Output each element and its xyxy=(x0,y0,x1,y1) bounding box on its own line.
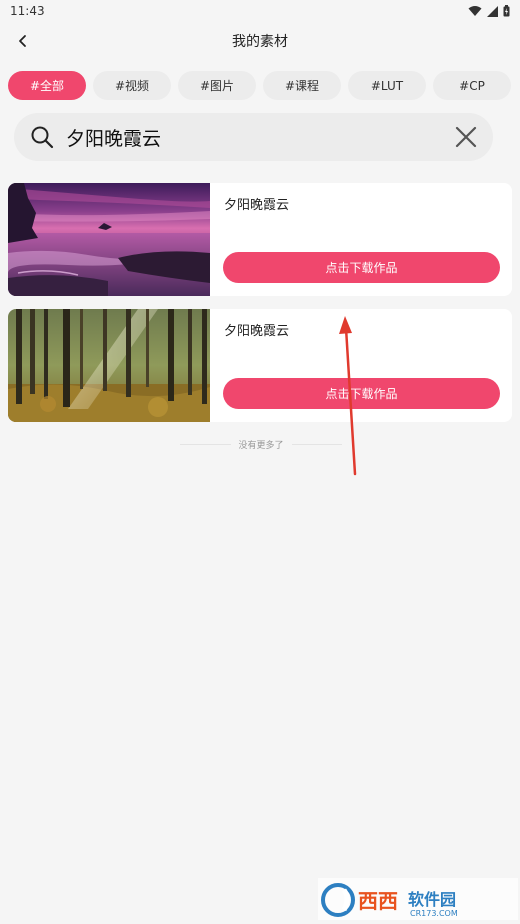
header: 我的素材 xyxy=(0,22,520,60)
forest-thumbnail xyxy=(8,309,210,422)
divider xyxy=(180,443,231,445)
download-button[interactable]: 点击下载作品 xyxy=(223,378,500,409)
signal-icon xyxy=(487,5,498,17)
back-button[interactable] xyxy=(10,28,36,54)
clear-search-icon[interactable] xyxy=(453,124,479,150)
status-time: 11:43 xyxy=(10,4,45,18)
status-icons xyxy=(468,5,510,17)
search-icon xyxy=(31,126,54,149)
divider xyxy=(291,443,343,445)
tag-cp[interactable]: #CP xyxy=(433,71,511,100)
wifi-icon xyxy=(468,6,482,16)
tag-video[interactable]: #视频 xyxy=(93,71,171,100)
material-card[interactable]: 夕阳晚霞云 点击下载作品 xyxy=(8,183,512,296)
tag-all[interactable]: #全部 xyxy=(8,71,86,100)
svg-text:CR173.COM: CR173.COM xyxy=(410,909,458,918)
tag-filter-bar: #全部 #视频 #图片 #课程 #LUT #CP xyxy=(8,71,511,100)
svg-text:西西: 西西 xyxy=(358,889,398,913)
watermark-logo: 西西 软件园 CR173.COM xyxy=(318,878,518,920)
tag-image[interactable]: #图片 xyxy=(178,71,256,100)
search-bar xyxy=(14,113,493,161)
tag-lut[interactable]: #LUT xyxy=(348,71,426,100)
status-bar: 11:43 xyxy=(0,0,520,22)
card-title: 夕阳晚霞云 xyxy=(224,324,290,339)
material-card[interactable]: 夕阳晚霞云 点击下载作品 xyxy=(8,309,512,422)
no-more-text: 没有更多了 xyxy=(238,440,284,451)
no-more-indicator: 没有更多了 xyxy=(180,436,343,452)
tag-course[interactable]: #课程 xyxy=(263,71,341,100)
battery-icon xyxy=(503,5,510,17)
sunset-sea-thumbnail xyxy=(8,183,210,296)
svg-text:软件园: 软件园 xyxy=(408,890,456,909)
chevron-left-icon xyxy=(19,35,26,47)
page-title: 我的素材 xyxy=(232,34,288,50)
page: 11:43 我的素材 #全部 #视频 #图片 #课程 #LUT #CP 夕阳晚霞… xyxy=(0,0,520,924)
card-title: 夕阳晚霞云 xyxy=(224,198,290,213)
download-button[interactable]: 点击下载作品 xyxy=(223,252,500,283)
search-input[interactable] xyxy=(66,126,453,148)
